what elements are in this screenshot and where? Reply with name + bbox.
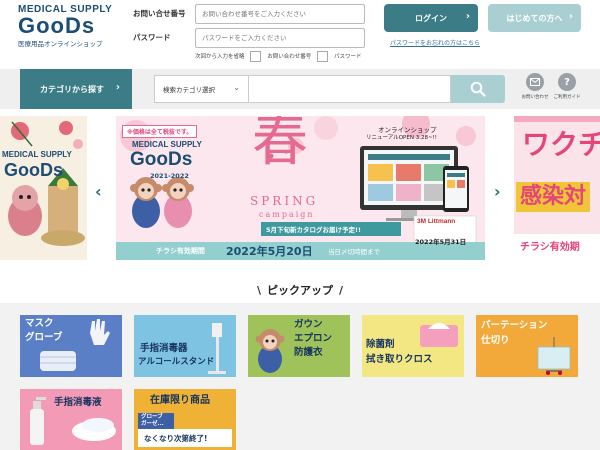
forgot-password-link[interactable]: パスワードをお忘れの方はこちら [390,38,480,47]
tile-label-line2: グローブ [25,332,63,343]
pickup-tile-mask-glove[interactable]: マスク グローブ [20,315,122,377]
banner-main-spring[interactable]: ※価格は全て税抜です。 MEDICAL SUPPLY GooDs 2021-20… [116,116,485,260]
pickup-title: ピックアップ [267,284,333,297]
carousel-next-icon[interactable]: › [494,182,501,201]
guide-nav[interactable]: ? ご利用ガイド [550,73,584,100]
slash-right-icon: / [339,284,344,297]
flyer-date: 2022年5月20日 [226,245,313,258]
spring-kanji: 春 [252,116,308,174]
banner-right-partial[interactable]: ワクチ 感染対 チラシ有効期 [514,116,600,260]
chevron-right-icon: › [568,11,573,22]
tile-label-line3: 防護衣 [294,347,323,358]
page: MEDICAL SUPPLY GooDs 医療用品オンラインショップ お問い合せ… [0,0,600,450]
pickup-tile-sanitizer-liquid[interactable]: 手指消毒液 [20,389,122,450]
campaign-word: campaign [259,210,315,219]
first-time-button[interactable]: はじめての方へ › [488,4,581,32]
pickup-heading: \ ピックアップ / [0,282,600,298]
pickup-tile-disinfectant-cloth[interactable]: 除菌剤 拭き取りクロス [362,315,464,377]
banner-left-partial[interactable]: MEDICAL SUPPLY GooDs [0,116,87,260]
search-icon [470,81,486,97]
tile-label-line1: ガウン [294,319,323,330]
chevron-down-icon: ⌄ [233,83,240,92]
tile-label-line2: エプロン [294,333,333,344]
inquiry-number-input[interactable] [195,4,365,24]
right-banner-flyer: チラシ有効期 [520,242,580,253]
banner-carousel: MEDICAL SUPPLY GooDs ※価格は全て税抜です。 MEDICAL… [0,116,600,276]
category-browse-label: カテゴリから探す [40,84,104,94]
chevron-right-icon: › [115,82,120,93]
new-year-illustration [0,116,87,260]
password-label: パスワード [133,33,171,42]
navbar: カテゴリから探す › 検索カテゴリ選択 ⌄ お問い合わせ ? ご利用ガイド [0,69,600,109]
search-button[interactable] [451,75,505,103]
pickup-tile-gown-apron[interactable]: ガウン エプロン 防護衣 [248,315,350,377]
site-logo[interactable]: MEDICAL SUPPLY GooDs 医療用品オンラインショップ [18,4,113,48]
tile-tag2: ガーゼ... [141,421,164,427]
remember-options: 次回から入力を省略 お問い合わせ番号 パスワード [195,51,362,62]
tile-label-line1: 除菌剤 [366,339,395,350]
guide-label: ご利用ガイド [553,95,581,100]
carousel-dots [427,264,479,276]
header: MEDICAL SUPPLY GooDs 医療用品オンラインショップ お問い合せ… [0,0,600,68]
tile-label-line2: アルコールスタンド [138,357,215,367]
banner-year: 2021-2022 [150,172,189,180]
search-input[interactable] [249,75,451,103]
littmann-text: 3M Littmann [417,218,456,225]
slash-left-icon: \ [256,284,261,297]
remember-inquiry-label: お問い合わせ番号 [267,54,312,60]
tile-label-line2: 仕切り [481,335,510,346]
remember-password-checkbox[interactable] [317,51,329,62]
pickup-tile-partition[interactable]: パーテーション 仕切り [476,315,578,377]
renewal-text: リニューアルOPEN 3.28~!! [366,135,437,141]
mail-icon [526,73,544,91]
contact-label: お問い合わせ [521,95,549,100]
tile-label-line2: 拭き取りクロス [366,354,433,365]
logo-main-text: GooDs [18,13,96,38]
remember-password-label: パスワード [334,54,362,60]
pickup-grid: マスク グローブ 手指消毒器 アルコールスタンド ガウン エプロン 防護衣 除菌… [0,303,600,450]
tile-label-line2: なくなり次第終了! [144,434,208,443]
tile-label-line1: 手指消毒液 [54,397,102,408]
catalog-note: 5月下旬新カタログお届け予定!! [266,226,361,234]
login-button[interactable]: ログイン › [384,4,478,32]
right-banner-title: ワクチ [522,128,600,161]
login-button-label: ログイン [415,13,447,23]
search-category-select[interactable]: 検索カテゴリ選択 ⌄ [154,75,249,103]
tile-label-line1: マスク [25,318,54,329]
search-category-label: 検索カテゴリ選択 [163,86,215,94]
remember-inquiry-checkbox[interactable] [250,51,262,62]
remember-label: 次回から入力を省略 [195,54,245,60]
carousel-prev-icon[interactable]: ‹ [95,182,102,201]
inquiry-label: お問い合せ番号 [133,9,186,18]
category-browse-button[interactable]: カテゴリから探す › [20,69,132,109]
banner-brand-top: MEDICAL SUPPLY [132,140,202,149]
first-time-button-label: はじめての方へ [506,13,563,23]
tile-label-line1: 手指消毒器 [140,343,188,354]
contact-nav[interactable]: お問い合わせ [518,73,552,100]
flyer-end: 当日〆切時間まで [328,248,380,256]
spring-word: SPRING [250,194,319,208]
banner-brand-main: GooDs [130,149,193,170]
flyer-period-label: チラシ有効期間 [156,247,205,255]
question-icon: ? [558,73,576,91]
password-input[interactable] [195,28,365,48]
left-banner-brand-main: GooDs [4,160,64,180]
pickup-tile-sanitizer-stand[interactable]: 手指消毒器 アルコールスタンド [134,315,236,377]
logo-sub-text: 医療用品オンラインショップ [18,40,103,48]
deadline-text: 2022年5月31日 [415,238,467,246]
tile-label-line1: 在庫限り商品 [150,395,210,406]
pickup-tile-limited-stock[interactable]: 在庫限り商品 グローブ ガーゼ... なくなり次第終了! [134,389,236,450]
left-banner-brand-top: MEDICAL SUPPLY [2,150,72,159]
tile-label-line1: パーテーション [481,320,548,331]
tax-note-badge: ※価格は全て税抜です。 [122,125,198,138]
tile-tag1: グローブ [141,414,163,420]
chevron-right-icon: › [465,11,470,22]
right-banner-subtitle: 感染対 [516,182,591,212]
